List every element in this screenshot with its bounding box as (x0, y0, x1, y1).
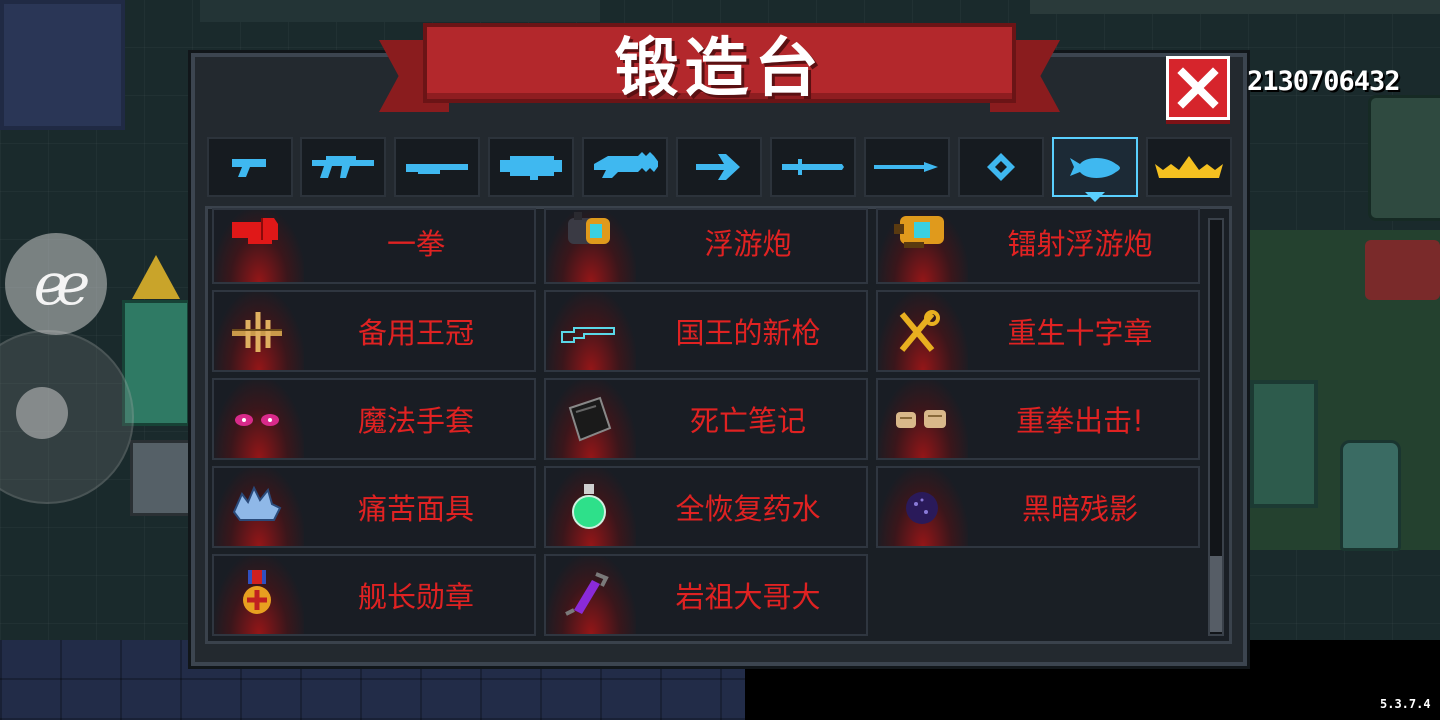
item-cell[interactable]: 镭射浮游炮 (876, 208, 1200, 284)
title-ribbon: 锻造台 (423, 23, 1016, 106)
magic-gloves-icon (235, 414, 279, 426)
item-label: 镭射浮游炮 (1007, 227, 1153, 261)
item-label: 痛苦面具 (357, 492, 474, 526)
item-label: 黑暗残影 (1021, 492, 1138, 526)
item-label: 全恢复药水 (675, 492, 821, 526)
tab-laser-gun[interactable] (582, 137, 668, 197)
spare-crown-icon (232, 312, 282, 352)
close-button[interactable] (1166, 56, 1230, 120)
item-label: 魔法手套 (357, 404, 474, 438)
version-label: 5.3.7.4 (1380, 697, 1431, 711)
item-cell[interactable]: 黑暗残影 (876, 466, 1200, 548)
item-label: 国王的新枪 (675, 316, 821, 350)
staff-icon (987, 153, 1015, 181)
shotgun-icon (406, 164, 468, 174)
laser-gun-icon (594, 152, 658, 178)
crate (130, 440, 196, 516)
captain-medal-icon (243, 570, 271, 614)
rebirth-cross-icon (899, 310, 940, 352)
tab-assault-rifle[interactable] (300, 137, 386, 197)
pain-mask-icon (232, 485, 282, 521)
item-label: 死亡笔记 (689, 404, 806, 438)
item-cell[interactable]: 死亡笔记 (544, 378, 868, 460)
death-note-icon (568, 396, 612, 442)
tab-pistol[interactable] (207, 137, 293, 197)
machine-pod (1368, 95, 1440, 221)
selected-tab-pointer (1085, 192, 1105, 202)
item-cell[interactable]: 舰长勋章 (212, 554, 536, 636)
sword-icon (782, 159, 844, 175)
dark-shadow-icon (906, 492, 938, 524)
rock-ancestor-phone-icon (565, 572, 609, 616)
item-label: 重生十字章 (1007, 316, 1153, 350)
item-cell[interactable]: 备用王冠 (212, 290, 536, 372)
terminal (1250, 380, 1318, 508)
tab-shotgun[interactable] (394, 137, 480, 197)
bow-icon (696, 154, 740, 180)
item-cell[interactable]: 重拳出击! (876, 378, 1200, 460)
item-label: 重拳出击! (1016, 404, 1144, 438)
page-title: 锻造台 (614, 32, 825, 106)
joystick-knob[interactable] (16, 387, 68, 439)
capsule-tank (1340, 440, 1401, 551)
item-cell[interactable]: 全恢复药水 (544, 466, 868, 548)
item-cell[interactable]: 痛苦面具 (212, 466, 536, 548)
tab-crown[interactable] (1146, 137, 1232, 197)
pistol-icon (232, 159, 266, 177)
item-label: 备用王冠 (357, 316, 474, 350)
laser-floating-cannon-icon (894, 216, 944, 248)
red-fist-icon (232, 218, 278, 244)
item-label: 舰长勋章 (357, 580, 474, 614)
fish-icon (1070, 158, 1120, 178)
close-icon (1177, 67, 1219, 109)
floating-cannon-icon (568, 212, 610, 244)
wall-strip (1030, 0, 1440, 14)
item-cell[interactable]: 岩祖大哥大 (544, 554, 868, 636)
heavy-punch-icon (896, 410, 946, 428)
crown-icon (1155, 156, 1223, 178)
emote-button[interactable]: ee (5, 233, 107, 335)
scrollbar-thumb[interactable] (1210, 556, 1222, 632)
assault-rifle-icon (312, 156, 374, 178)
item-cell[interactable]: 魔法手套 (212, 378, 536, 460)
item-label: 岩祖大哥大 (675, 580, 821, 614)
item-label: 浮游炮 (704, 227, 792, 261)
gem-count: 2130706432 (1247, 66, 1401, 97)
wall-strip (200, 0, 600, 22)
red-cylinder (1365, 240, 1440, 300)
tab-bow[interactable] (676, 137, 762, 197)
rocket-launcher-icon (500, 156, 562, 180)
kings-new-gun-icon (561, 327, 615, 343)
item-label: 一拳 (386, 227, 445, 261)
item-cell[interactable]: 国王的新枪 (544, 290, 868, 372)
full-recovery-potion-icon (572, 484, 606, 529)
tab-spear[interactable] (864, 137, 950, 197)
rock-wall (0, 0, 125, 130)
item-cell[interactable]: 一拳 (212, 208, 536, 284)
tab-rocket-launcher[interactable] (488, 137, 574, 197)
item-cell[interactable]: 浮游炮 (544, 208, 868, 284)
warning-sign-icon (132, 255, 180, 299)
tab-staff[interactable] (958, 137, 1044, 197)
item-cell[interactable]: 重生十字章 (876, 290, 1200, 372)
spear-icon (874, 162, 938, 172)
tab-fish[interactable] (1052, 137, 1138, 197)
tab-sword[interactable] (770, 137, 856, 197)
